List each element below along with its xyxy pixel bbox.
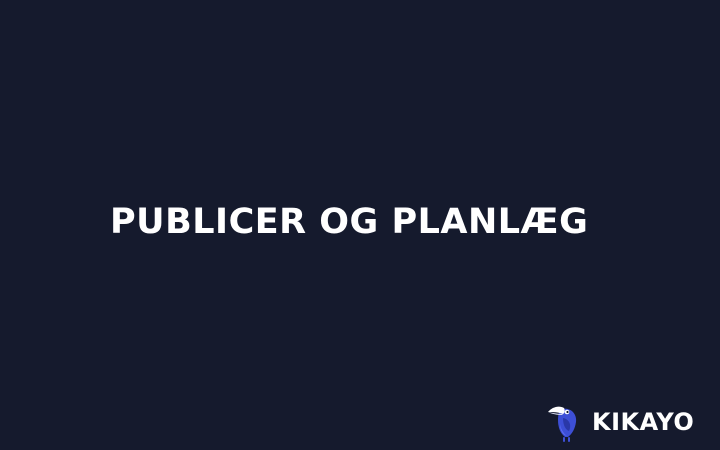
toucan-bird-icon xyxy=(546,400,586,444)
slide: PUBLICER OG PLANLÆG KIKAYO xyxy=(0,0,720,450)
brand-logo: KIKAYO xyxy=(546,400,710,444)
brand-name: KIKAYO xyxy=(592,408,695,436)
slide-headline: PUBLICER OG PLANLÆG xyxy=(110,202,589,242)
